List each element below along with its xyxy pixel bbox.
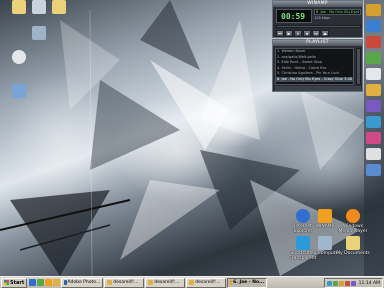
winamp-icon <box>230 280 233 285</box>
folder-icon <box>107 280 113 285</box>
taskbar: Start Adobe Photo... desarel/f:... desar… <box>0 276 384 288</box>
next-button[interactable]: ⏭ <box>312 30 320 37</box>
winamp-song-title: 6. Jae - No Only Blu Eyes <box>314 9 361 15</box>
eject-button[interactable]: ⏏ <box>321 30 329 37</box>
desktop-icon-3[interactable] <box>22 26 56 41</box>
taskbar-button[interactable]: Adobe Photo... <box>61 277 104 288</box>
folder-icon <box>189 280 195 285</box>
playlist-bottom-bar <box>275 86 361 91</box>
stop-button[interactable]: ⏹ <box>303 30 311 37</box>
taskbar-button[interactable]: desarel/f:... <box>104 277 145 288</box>
folder-icon[interactable] <box>53 279 61 286</box>
winamp-icon <box>318 209 332 223</box>
app-icon[interactable] <box>366 132 381 144</box>
folder-icon <box>52 0 66 14</box>
windows-media-player-icon <box>346 209 360 223</box>
app-icon[interactable] <box>366 52 381 64</box>
app-icon[interactable] <box>366 164 381 176</box>
app-icon[interactable] <box>366 84 381 96</box>
app-icon[interactable] <box>366 100 381 112</box>
taskbar-button-active[interactable]: 6. Jae - No... <box>227 277 268 288</box>
playlist: 1. Welden Boxer 2. ace/gallo/Welt.gallo … <box>275 48 354 85</box>
play-button[interactable]: ▶ <box>285 30 293 37</box>
my-computer-icon <box>318 236 332 250</box>
pause-button[interactable]: ⏸ <box>294 30 302 37</box>
taskbar-button[interactable]: desarel/f:... <box>186 277 227 288</box>
folder-icon <box>148 280 154 285</box>
tray-icon[interactable] <box>326 280 332 286</box>
photoshop-icon <box>64 280 67 285</box>
desktop-icon-windows-media-player[interactable]: Windows Media Player <box>336 209 370 234</box>
winamp-icon[interactable] <box>45 279 53 286</box>
winamp-bitrate: 128 kbps <box>314 16 331 20</box>
playlist-title-bar[interactable]: PLAYLIST <box>273 40 362 46</box>
app-icon[interactable] <box>366 4 381 16</box>
previous-button[interactable]: ⏮ <box>276 30 284 37</box>
winamp-title-bar[interactable]: WINAMP <box>273 1 362 7</box>
tray-icon[interactable] <box>344 280 350 286</box>
internet-explorer-icon[interactable] <box>29 279 37 286</box>
tray-icon[interactable] <box>350 280 356 286</box>
playlist-scrollbar[interactable] <box>356 48 361 85</box>
network-icon <box>12 84 26 98</box>
volume-icon[interactable] <box>338 280 344 286</box>
winamp-playlist-window[interactable]: PLAYLIST 1. Welden Boxer 2. ace/gallo/We… <box>272 39 363 92</box>
winamp-display: 00:59 <box>276 9 312 23</box>
tray-icon[interactable] <box>332 280 338 286</box>
winamp-main-window[interactable]: WINAMP 00:59 6. Jae - No Only Blu Eyes 1… <box>272 0 363 38</box>
app-icon[interactable] <box>366 20 381 32</box>
desktop-icon-4[interactable] <box>2 50 36 65</box>
desktop-icon-2[interactable] <box>42 0 76 15</box>
desktop-icon-my-documents[interactable]: My Documents <box>336 236 370 256</box>
desktop-icon-5[interactable] <box>2 84 36 99</box>
winamp-time: 00:59 <box>281 12 306 21</box>
clock[interactable]: 11:14 AM <box>359 281 380 286</box>
taskbar-button[interactable]: desarel/f:... <box>145 277 186 288</box>
winamp-controls: ⏮ ▶ ⏸ ⏹ ⏭ ⏏ <box>276 30 329 37</box>
app-icon[interactable] <box>366 148 381 160</box>
shortcut-icon <box>32 26 46 40</box>
system-tray: 11:14 AM <box>323 278 383 288</box>
windows-logo-icon <box>4 280 9 285</box>
app-icon[interactable] <box>366 36 381 48</box>
disc-icon <box>12 50 26 64</box>
start-button[interactable]: Start <box>1 277 28 288</box>
winamp-seek-bar[interactable] <box>276 25 361 28</box>
my-documents-icon <box>346 236 360 250</box>
app-icon[interactable] <box>366 68 381 80</box>
quick-launch-bar <box>29 279 61 286</box>
playlist-item-selected[interactable]: 6. Jae - No Only Blu Eyes - Crazy Glue 3:… <box>276 76 353 82</box>
app-icon[interactable] <box>366 116 381 128</box>
show-desktop-icon[interactable] <box>37 279 45 286</box>
